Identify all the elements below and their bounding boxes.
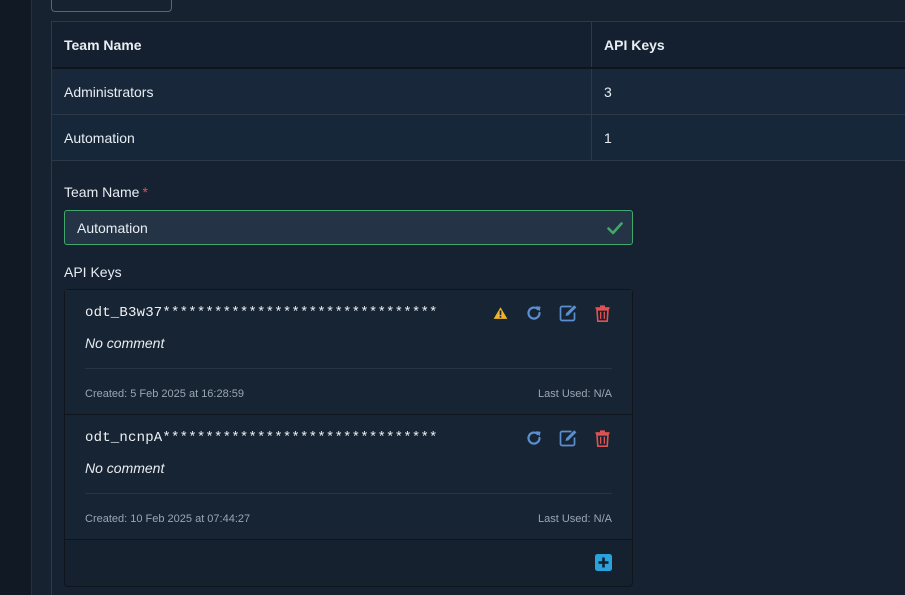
table-row[interactable]: Administrators 3 bbox=[52, 69, 905, 115]
api-key-created: Created: 10 Feb 2025 at 07:44:27 bbox=[85, 513, 251, 525]
team-name-label: Team Name * bbox=[64, 184, 148, 200]
api-key-value: odt_B3w37*******************************… bbox=[85, 305, 438, 321]
check-icon bbox=[607, 222, 623, 235]
api-keys-count-cell: 1 bbox=[604, 129, 612, 146]
api-keys-list: odt_B3w37*******************************… bbox=[64, 289, 633, 587]
refresh-icon[interactable] bbox=[524, 303, 544, 323]
api-key-item: odt_B3w37*******************************… bbox=[65, 290, 632, 415]
teams-table: Team Name API Keys Administrators 3 Auto… bbox=[51, 21, 905, 162]
api-key-last-used: Last Used: N/A bbox=[538, 513, 612, 525]
trash-icon[interactable] bbox=[592, 303, 612, 323]
api-key-value: odt_ncnpA*******************************… bbox=[85, 430, 438, 446]
api-keys-count-cell: 3 bbox=[604, 83, 612, 100]
trash-icon[interactable] bbox=[592, 428, 612, 448]
api-key-created: Created: 5 Feb 2025 at 16:28:59 bbox=[85, 388, 245, 400]
api-key-item: odt_ncnpA*******************************… bbox=[65, 415, 632, 540]
team-name-field-wrapper bbox=[64, 210, 633, 245]
api-key-last-used: Last Used: N/A bbox=[538, 388, 612, 400]
divider bbox=[85, 493, 612, 494]
edit-icon[interactable] bbox=[558, 303, 578, 323]
team-name-cell: Administrators bbox=[52, 69, 592, 114]
divider bbox=[85, 368, 612, 369]
edit-icon[interactable] bbox=[558, 428, 578, 448]
refresh-icon[interactable] bbox=[524, 428, 544, 448]
top-action-button[interactable] bbox=[51, 0, 172, 12]
api-key-actions bbox=[490, 303, 612, 323]
api-key-actions bbox=[524, 428, 612, 448]
warning-icon bbox=[490, 303, 510, 323]
api-key-comment: No comment bbox=[85, 460, 165, 476]
table-header-row: Team Name API Keys bbox=[52, 22, 905, 69]
table-row[interactable]: Automation 1 bbox=[52, 115, 905, 161]
plus-square-icon[interactable] bbox=[595, 554, 612, 571]
required-marker: * bbox=[142, 184, 148, 200]
api-key-comment: No comment bbox=[85, 335, 165, 351]
add-api-key-row bbox=[65, 540, 632, 586]
team-name-cell: Automation bbox=[52, 115, 592, 160]
team-name-input[interactable] bbox=[65, 211, 632, 244]
api-keys-label: API Keys bbox=[64, 264, 122, 280]
column-header-api-keys[interactable]: API Keys bbox=[592, 22, 905, 67]
column-header-team-name[interactable]: Team Name bbox=[52, 22, 592, 67]
sidebar-edge bbox=[0, 0, 32, 595]
